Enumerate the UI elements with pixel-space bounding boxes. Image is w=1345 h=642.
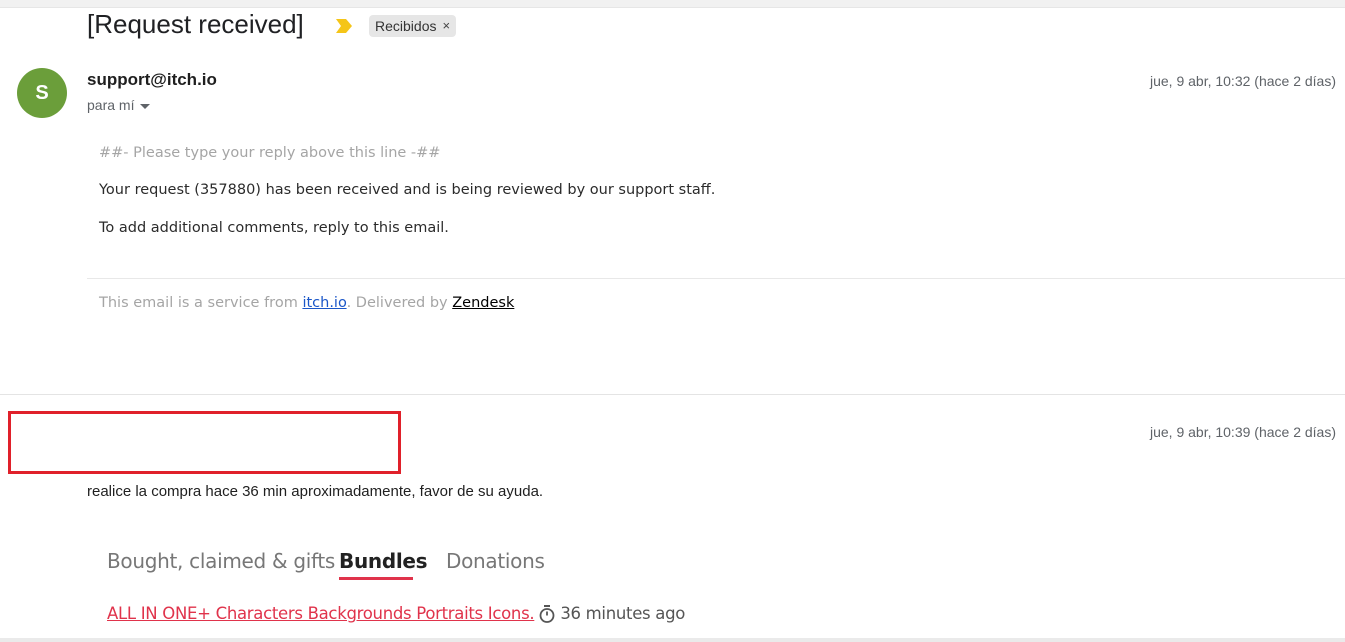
- message-date-2: jue, 9 abr, 10:39 (hace 2 días): [1149, 424, 1336, 440]
- email-footer: This email is a service from itch.io. De…: [99, 295, 514, 311]
- itchio-link[interactable]: itch.io: [302, 295, 346, 311]
- body-line-2: To add additional comments, reply to thi…: [99, 220, 449, 236]
- purchase-time: 36 minutes ago: [560, 604, 686, 623]
- recipient-toggle[interactable]: para mí: [87, 97, 151, 113]
- zendesk-link[interactable]: Zendesk: [452, 295, 514, 311]
- top-strip: [0, 0, 1345, 8]
- stopwatch-icon: [539, 604, 555, 623]
- recipient-label: para mí: [87, 97, 135, 113]
- message-divider: [0, 394, 1345, 395]
- footer-middle: . Delivered by: [346, 295, 453, 311]
- redacted-sender-box: [8, 411, 401, 474]
- remove-label-icon[interactable]: ×: [442, 15, 450, 37]
- active-tab-indicator: [339, 577, 413, 580]
- avatar[interactable]: S: [17, 68, 67, 118]
- body-line-1: Your request (357880) has been received …: [99, 182, 716, 198]
- chevron-down-icon[interactable]: [140, 103, 151, 109]
- tab-donations[interactable]: Donations: [446, 549, 545, 573]
- tab-bundles[interactable]: Bundles: [339, 549, 428, 573]
- footer-divider: [87, 278, 1345, 279]
- email-subject: [Request received]: [87, 9, 304, 39]
- bottom-strip: [0, 638, 1345, 642]
- sender-email[interactable]: support@itch.io: [87, 70, 217, 90]
- label-chip-text: Recibidos: [375, 18, 437, 34]
- tab-bought-claimed-gifts[interactable]: Bought, claimed & gifts: [107, 549, 335, 573]
- message-date: jue, 9 abr, 10:32 (hace 2 días): [1149, 73, 1336, 89]
- purchase-title-link[interactable]: ALL IN ONE+ Characters Backgrounds Portr…: [107, 604, 535, 623]
- message-body-2: realice la compra hace 36 min aproximada…: [87, 483, 544, 500]
- footer-prefix: This email is a service from: [99, 295, 303, 311]
- reply-marker: ##- Please type your reply above this li…: [99, 145, 441, 161]
- label-chip-inbox[interactable]: Recibidos ×: [369, 15, 457, 37]
- importance-marker-icon[interactable]: [336, 19, 352, 33]
- purchase-row: ALL IN ONE+ Characters Backgrounds Portr…: [107, 604, 685, 623]
